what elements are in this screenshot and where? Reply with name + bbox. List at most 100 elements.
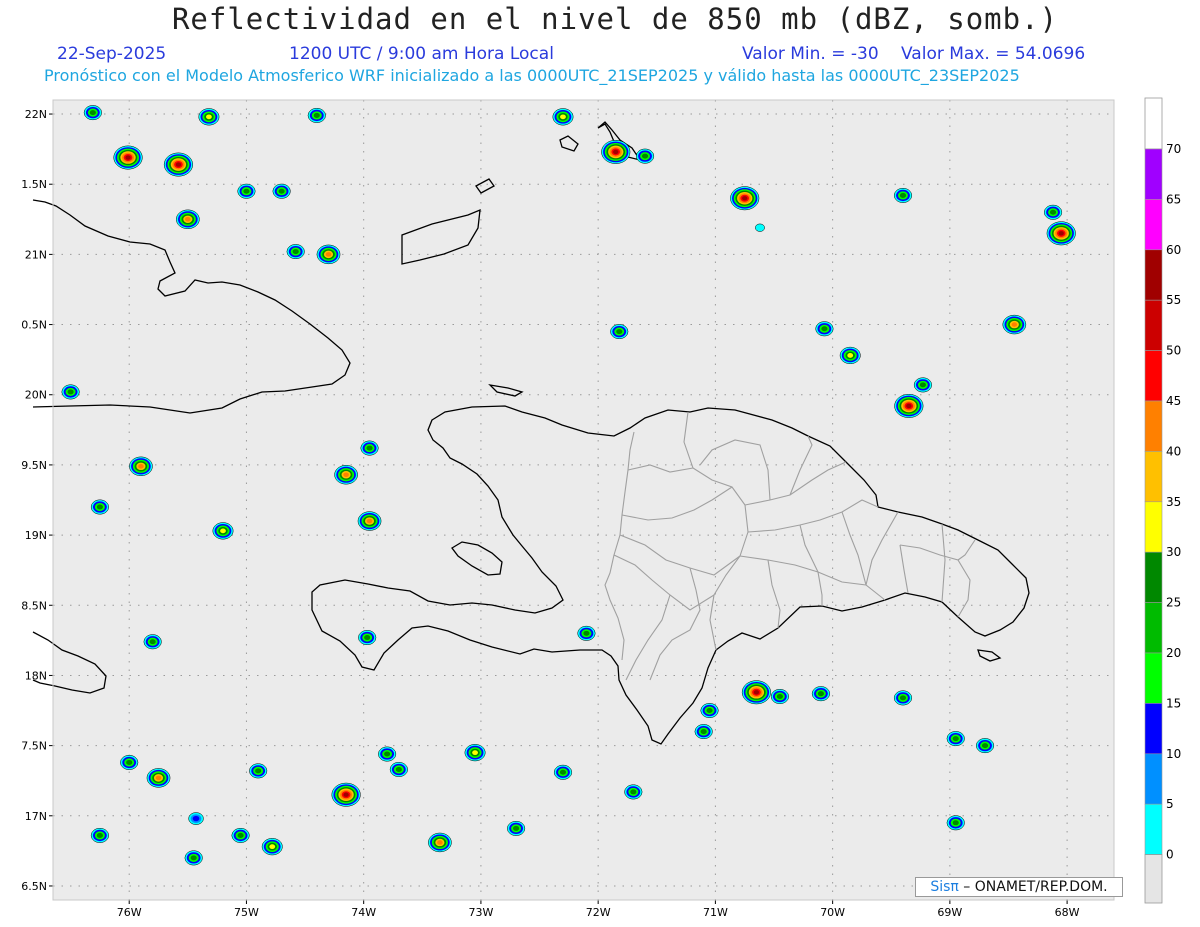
lat-tick-label: 20N <box>25 389 47 402</box>
echo-band <box>155 775 162 781</box>
echo-band <box>366 518 373 524</box>
echo-band <box>237 832 244 838</box>
lat-tick-label: 8.5N <box>21 599 47 612</box>
echo-band <box>278 188 285 194</box>
colorbar-swatch <box>1144 400 1163 452</box>
echo-band <box>206 114 212 120</box>
echo-cell <box>730 186 760 211</box>
echo-cell <box>272 183 291 199</box>
echo-cell <box>577 625 596 641</box>
echo-cell <box>188 812 204 825</box>
colorbar-label: 70 <box>1166 142 1181 156</box>
echo-cell <box>946 815 965 831</box>
echo-band <box>616 329 623 335</box>
colorbar-swatch <box>1144 199 1163 251</box>
echo-cell <box>129 456 153 477</box>
echo-cell <box>163 152 193 177</box>
echo-band <box>899 695 907 701</box>
echo-cell <box>635 148 655 164</box>
colorbar-label: 0 <box>1166 848 1174 862</box>
echo-band <box>700 729 707 735</box>
echo-band <box>175 162 182 167</box>
colorbar-label: 60 <box>1166 243 1181 257</box>
echo-band <box>952 820 959 826</box>
echo-band <box>847 353 854 358</box>
echo-band <box>755 223 765 232</box>
echo-band <box>821 326 828 332</box>
reflectivity-map: 76W 75W 74W 73W 72W 71W 70W 69W 68W 22N 1.5N 21N 0.5… <box>21 97 1181 919</box>
echo-band <box>560 114 566 120</box>
colorbar-label: 65 <box>1166 192 1181 206</box>
lat-tick-label: 7.5N <box>21 740 47 753</box>
echo-cell <box>358 630 377 645</box>
colorbar-swatch <box>1144 249 1163 301</box>
echo-cell <box>694 724 713 740</box>
echo-cell <box>90 827 109 843</box>
colorbar-label: 55 <box>1166 293 1181 307</box>
echo-band <box>269 844 276 850</box>
echo-band <box>641 153 649 159</box>
echo-band <box>364 635 371 641</box>
echo-cell <box>212 522 234 540</box>
colorbar-top-swatch <box>1144 97 1163 150</box>
echo-band <box>343 472 349 478</box>
echo-cell <box>120 755 139 770</box>
echo-band <box>1049 209 1057 215</box>
lon-tick-label: 71W <box>703 906 728 919</box>
echo-cell <box>1043 204 1063 220</box>
echo-band <box>906 403 912 409</box>
echo-band <box>243 188 250 194</box>
echo-band <box>1058 231 1064 236</box>
echo-cell <box>700 703 719 718</box>
echo-band <box>192 815 200 822</box>
echo-band <box>706 708 713 714</box>
echo-band <box>313 112 320 118</box>
echo-cell <box>624 784 643 800</box>
echo-cell <box>755 223 765 232</box>
echo-band <box>125 155 131 160</box>
echo-cell <box>334 465 358 485</box>
colorbar-swatch <box>1144 148 1163 200</box>
echo-cell <box>552 108 574 126</box>
echo-cell <box>231 827 250 843</box>
echo-cell <box>316 244 341 265</box>
echo-band <box>67 389 74 395</box>
echo-band <box>89 110 96 116</box>
lat-tick-label: 22N <box>25 108 47 121</box>
echo-cell <box>464 744 486 762</box>
lon-tick-label: 72W <box>586 906 611 919</box>
credit-box: Sisπ – ONAMET/REP.DOM. <box>915 877 1123 897</box>
echo-band <box>96 832 103 838</box>
colorbar-label: 5 <box>1166 797 1174 811</box>
echo-cell <box>143 634 162 650</box>
lat-tick-label: 21N <box>25 248 47 261</box>
echo-cell <box>389 762 408 777</box>
echo-cell <box>839 346 861 365</box>
echo-band <box>981 743 989 749</box>
echo-cell <box>770 689 789 704</box>
echo-cell <box>811 686 830 702</box>
echo-band <box>613 149 619 155</box>
lat-tick-label: 19N <box>25 529 47 542</box>
lon-tick-label: 70W <box>820 906 845 919</box>
colorbar-label: 45 <box>1166 394 1181 408</box>
colorbar-swatch <box>1144 602 1163 654</box>
credit-text: – ONAMET/REP.DOM. <box>958 879 1108 895</box>
echo-cell <box>286 244 305 260</box>
echo-cell <box>507 820 526 836</box>
echo-band <box>919 382 926 388</box>
echo-band <box>325 252 332 257</box>
echo-cell <box>146 768 171 788</box>
echo-cell <box>113 145 143 170</box>
echo-band <box>776 693 783 699</box>
sispi-logo: Sisπ <box>930 879 959 895</box>
lat-tick-label: 9.5N <box>21 459 47 472</box>
colorbar-label: 25 <box>1166 596 1181 610</box>
lat-tick-label: 6.5N <box>21 880 47 893</box>
lon-tick-label: 74W <box>351 906 376 919</box>
lon-tick-label: 69W <box>937 906 962 919</box>
echo-band <box>220 528 226 534</box>
colorbar-swatch <box>1144 703 1163 755</box>
echo-cell <box>176 209 200 229</box>
echo-band <box>126 759 133 765</box>
